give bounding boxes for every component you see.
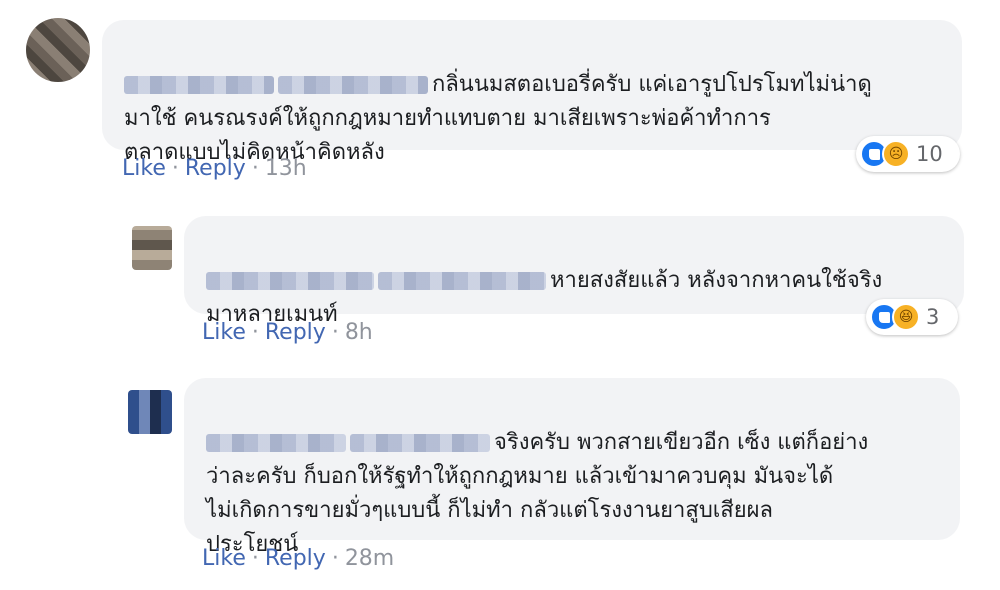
reaction-summary[interactable]: 😆 3	[866, 299, 958, 335]
reply-link[interactable]: Reply	[185, 156, 246, 181]
author-name-blurred[interactable]	[206, 434, 346, 452]
author-name-blurred[interactable]	[378, 272, 546, 290]
comment-bubble: จริงครับ พวกสายเขียวอีก เซ็ง แต่ก็อย่าง …	[184, 378, 960, 557]
separator: ·	[331, 546, 339, 571]
reaction-count: 10	[916, 142, 943, 166]
comment-actions: Like · Reply · 13h	[122, 156, 307, 181]
author-name-blurred[interactable]	[278, 76, 428, 94]
reply-link[interactable]: Reply	[265, 320, 326, 345]
author-name-blurred[interactable]	[124, 76, 274, 94]
avatar[interactable]	[128, 390, 172, 434]
separator: ·	[251, 156, 259, 181]
separator: ·	[331, 320, 339, 345]
reaction-count: 3	[926, 305, 940, 329]
timestamp[interactable]: 28m	[345, 546, 394, 571]
comment-actions: Like · Reply · 8h	[202, 320, 373, 345]
like-link[interactable]: Like	[202, 546, 246, 571]
reaction-summary[interactable]: ☹ 10	[856, 136, 960, 172]
timestamp[interactable]: 13h	[265, 156, 307, 181]
separator: ·	[171, 156, 179, 181]
author-name-blurred[interactable]	[206, 272, 374, 290]
author-name-blurred[interactable]	[350, 434, 490, 452]
timestamp[interactable]: 8h	[345, 320, 373, 345]
comment-actions: Like · Reply · 28m	[202, 546, 394, 571]
avatar[interactable]	[26, 18, 90, 82]
separator: ·	[251, 320, 259, 345]
reply-link[interactable]: Reply	[265, 546, 326, 571]
like-link[interactable]: Like	[202, 320, 246, 345]
separator: ·	[251, 546, 259, 571]
comment-bubble: กลิ่นนมสตอเบอรี่ครับ แค่เอารูปโปรโมทไม่น…	[102, 20, 962, 165]
sad-icon: ☹	[882, 140, 910, 168]
comment-bubble: หายสงสัยแล้ว หลังจากหาคนใช้จริง มาหลายเม…	[184, 216, 964, 327]
avatar[interactable]	[132, 226, 172, 270]
haha-icon: 😆	[892, 303, 920, 331]
like-link[interactable]: Like	[122, 156, 166, 181]
